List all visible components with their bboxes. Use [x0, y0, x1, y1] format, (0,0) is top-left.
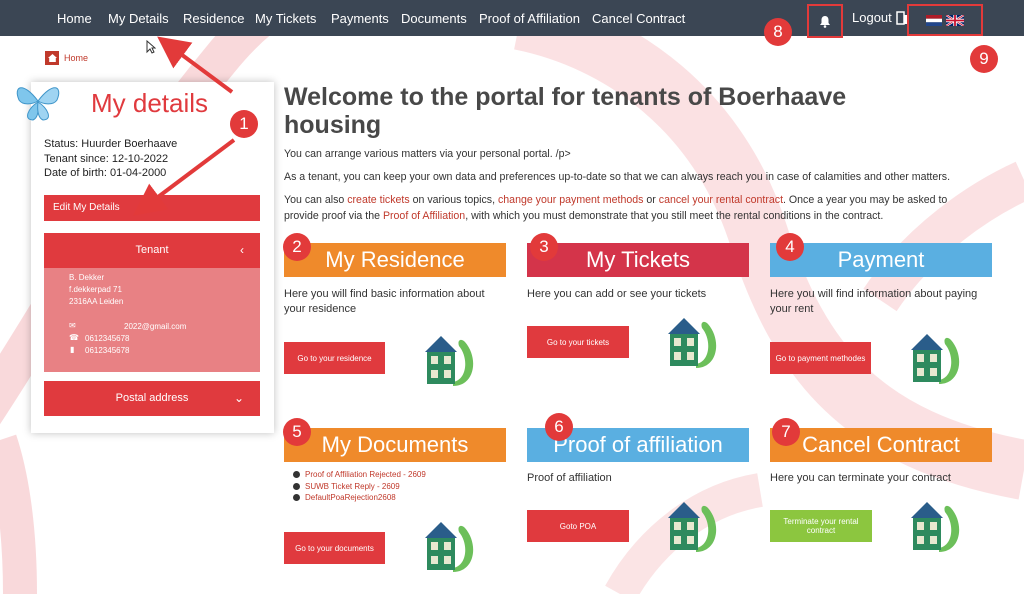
bullet-icon — [293, 471, 300, 479]
breadcrumb-home[interactable]: Home — [64, 53, 88, 63]
house-snail-illustration — [911, 334, 960, 384]
nav-proof-of-affiliation[interactable]: Proof of Affiliation — [479, 0, 580, 36]
p3-text-e: provide proof via the — [284, 210, 383, 222]
mouse-cursor-icon — [146, 40, 156, 54]
nav-cancel-contract[interactable]: Cancel Contract — [592, 0, 685, 36]
nav-home[interactable]: Home — [57, 0, 92, 36]
p3-text-c: or — [643, 194, 659, 206]
p3-text-a: You can also — [284, 194, 348, 206]
tenant-accordion-body: B. Dekker f.dekkerpad 71 2316AA Leiden ✉… — [44, 268, 260, 372]
status-text: Status: Huurder Boerhaave — [44, 138, 178, 150]
tenant-mobile: 0612345678 — [85, 346, 130, 355]
flag-uk-icon[interactable] — [946, 14, 964, 26]
logout-link[interactable]: Logout — [852, 0, 908, 36]
tile-my-residence-text: Here you will find basic information abo… — [284, 288, 485, 315]
door-icon — [896, 11, 907, 25]
intro-paragraph-3: You can also create tickets on various t… — [284, 192, 1004, 224]
house-snail-illustration — [668, 502, 717, 552]
list-item[interactable]: SUWB Ticket Reply - 2609 — [293, 481, 426, 493]
house-snail-illustration — [425, 522, 474, 572]
document-link[interactable]: DefaultPoaRejection2608 — [305, 492, 396, 504]
bullet-icon — [293, 482, 300, 490]
cancel-rental-contract-link[interactable]: cancel your rental contract — [659, 194, 783, 206]
dob-text: Date of birth: 01-04-2000 — [44, 167, 167, 179]
tile-my-documents-header: My Documents — [284, 428, 506, 462]
house-snail-illustration — [911, 502, 960, 552]
tenant-label: Tenant — [135, 244, 169, 256]
document-link[interactable]: SUWB Ticket Reply - 2609 — [305, 481, 400, 493]
tile-my-tickets-text: Here you can add or see your tickets — [527, 288, 707, 300]
p3-text-b: on various topics, — [409, 194, 498, 206]
nav-my-details[interactable]: My Details — [108, 0, 169, 36]
list-item[interactable]: Proof of Affiliation Rejected - 2609 — [293, 469, 426, 481]
nav-my-tickets[interactable]: My Tickets — [255, 0, 316, 36]
p3-text-d: . Once a year you may be asked to — [783, 194, 948, 206]
nav-documents[interactable]: Documents — [401, 0, 467, 36]
tenant-since-text: Tenant since: 12-10-2022 — [44, 152, 169, 165]
tile-payment-text: Here you will find information about pay… — [770, 288, 978, 315]
bell-icon — [820, 15, 830, 28]
tile-my-tickets-header: My Tickets — [527, 243, 749, 277]
breadcrumb: Home — [45, 51, 88, 65]
tile-cancel-contract-header: Cancel Contract — [770, 428, 992, 462]
callout-badge-8: 8 — [764, 18, 792, 46]
go-to-documents-button[interactable]: Go to your documents — [284, 532, 385, 564]
postal-address-accordion-header[interactable]: Postal address ⌄ — [44, 381, 260, 416]
goto-poa-button[interactable]: Goto POA — [527, 510, 629, 542]
house-snail-illustration — [668, 318, 717, 368]
documents-list: Proof of Affiliation Rejected - 2609 SUW… — [293, 469, 426, 504]
notifications-button[interactable] — [807, 4, 843, 38]
phone-icon: ☎ — [69, 333, 79, 342]
tenant-street: f.dekkerpad 71 — [69, 285, 122, 294]
chevron-left-icon: ‹ — [240, 243, 244, 257]
go-to-residence-button[interactable]: Go to your residence — [284, 342, 385, 374]
tile-cancel-contract-text: Here you can terminate your contract — [770, 472, 951, 484]
go-to-payment-methods-button[interactable]: Go to payment methodes — [770, 342, 871, 374]
edit-my-details-button[interactable]: Edit My Details — [44, 195, 260, 221]
p3-text-f: , with which you must demonstrate that y… — [465, 210, 884, 222]
mobile-icon: ▮ — [70, 345, 75, 354]
callout-badge-2: 2 — [283, 233, 311, 261]
envelope-icon: ✉ — [69, 321, 76, 330]
nav-residence[interactable]: Residence — [183, 0, 244, 36]
callout-badge-1: 1 — [230, 110, 258, 138]
tenant-summary: Status: Huurder Boerhaave Tenant since: … — [44, 137, 177, 181]
intro-paragraph-1: You can arrange various matters via your… — [284, 148, 571, 160]
chevron-down-icon: ⌄ — [233, 391, 244, 405]
house-snail-illustration — [425, 336, 474, 386]
intro-paragraph-2: As a tenant, you can keep your own data … — [284, 171, 951, 183]
document-link[interactable]: Proof of Affiliation Rejected - 2609 — [305, 469, 426, 481]
change-payment-methods-link[interactable]: change your payment methods — [498, 194, 643, 206]
list-item[interactable]: DefaultPoaRejection2608 — [293, 492, 426, 504]
tile-proof-of-affiliation-text: Proof of affiliation — [527, 472, 612, 484]
tenant-accordion-header[interactable]: Tenant ‹ — [44, 233, 260, 268]
home-icon[interactable] — [45, 51, 59, 65]
postal-label: Postal address — [115, 392, 189, 404]
language-selector[interactable] — [907, 4, 983, 36]
nav-payments[interactable]: Payments — [331, 0, 389, 36]
terminate-rental-contract-button[interactable]: Terminate your rental contract — [770, 510, 872, 542]
callout-badge-6: 6 — [545, 413, 573, 441]
callout-badge-5: 5 — [283, 418, 311, 446]
proof-of-affiliation-link[interactable]: Proof of Affiliation — [383, 210, 465, 222]
callout-badge-4: 4 — [776, 233, 804, 261]
tenant-phone: 0612345678 — [85, 334, 130, 343]
tenant-city: 2316AA Leiden — [69, 297, 124, 306]
flag-nl-icon[interactable] — [926, 14, 942, 26]
tenant-name: B. Dekker — [69, 273, 105, 282]
card-title: My details — [91, 88, 209, 118]
callout-badge-7: 7 — [772, 418, 800, 446]
create-tickets-link[interactable]: create tickets — [347, 194, 409, 206]
callout-badge-9: 9 — [970, 45, 998, 73]
butterfly-logo-icon — [16, 87, 60, 121]
bullet-icon — [293, 494, 300, 502]
tenant-email: 2022@gmail.com — [124, 322, 187, 331]
go-to-tickets-button[interactable]: Go to your tickets — [527, 326, 629, 358]
top-navigation: Home My Details Residence My Tickets Pay… — [0, 0, 1024, 38]
tile-my-residence-header: My Residence — [284, 243, 506, 277]
callout-badge-3: 3 — [530, 233, 558, 261]
logout-label: Logout — [852, 10, 892, 25]
page-title: Welcome to the portal for tenants of Boe… — [284, 83, 847, 139]
